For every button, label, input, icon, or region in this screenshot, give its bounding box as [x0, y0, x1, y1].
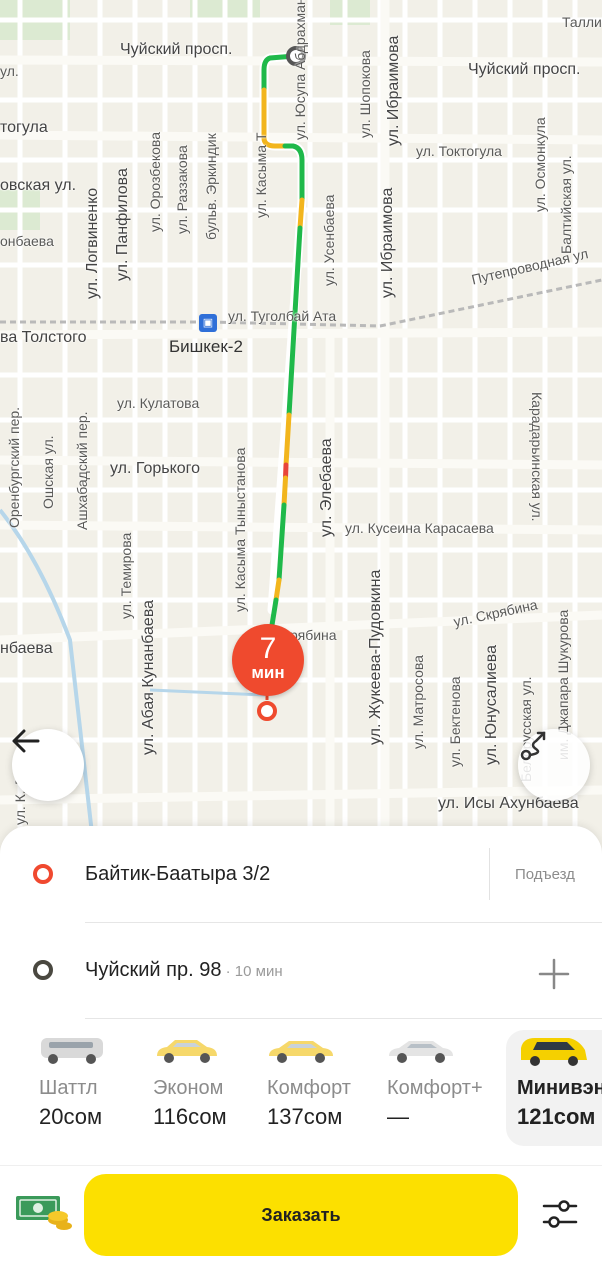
- destination-duration: · 10 мин: [221, 963, 283, 980]
- back-button[interactable]: [12, 729, 84, 801]
- minivan-icon: [521, 1038, 587, 1066]
- street-label: тогула: [0, 119, 48, 136]
- street-label: ул. Раззакова: [174, 145, 190, 234]
- street-label: онбаева: [0, 233, 54, 249]
- tariff-name: Комфорт+: [387, 1077, 483, 1099]
- route-icon: [520, 731, 546, 761]
- tariff-carousel[interactable]: Шаттл 20сом Эконом 116сом Комфорт 137сом: [0, 1030, 602, 1150]
- street-label: ул. Юсупа Абдрахманова: [292, 0, 308, 140]
- street-label: Ошская ул.: [40, 435, 56, 509]
- car-icon: [389, 1041, 453, 1063]
- car-icon: [157, 1040, 217, 1063]
- add-stop-button[interactable]: [538, 958, 570, 990]
- payment-method-button[interactable]: [14, 1190, 72, 1234]
- street-label: ул. Жукеева-Пудовкина: [367, 569, 384, 745]
- street-label: ул. Юнусалиева: [483, 645, 500, 765]
- street-label: Таллин: [562, 14, 602, 30]
- bottom-bar: Заказать: [0, 1165, 602, 1280]
- settings-sliders-icon: [542, 1200, 578, 1228]
- tariff-price: 121сом: [517, 1104, 596, 1129]
- eta-unit: мин: [251, 663, 285, 682]
- street-label: ул. Логвиненко: [84, 187, 101, 299]
- tariff-minivan[interactable]: Минивэн 121сом: [506, 1030, 602, 1146]
- divider: [489, 848, 490, 900]
- street-label: ул. Горького: [110, 460, 201, 477]
- street-label: ул.: [0, 63, 19, 79]
- tariff-price: 20сом: [39, 1104, 103, 1129]
- taxi-order-screen: Чуйский просп. Чуйский просп. ул. тогула…: [0, 0, 602, 1280]
- street-label: ул. Кусеина Карасаева: [345, 520, 494, 536]
- tariff-price: 137сом: [267, 1104, 343, 1129]
- minibus-icon: [41, 1038, 103, 1064]
- street-label: Балтийская ул.: [558, 155, 574, 254]
- show-route-button[interactable]: [518, 729, 590, 801]
- arrow-left-icon: [12, 729, 40, 753]
- street-label: Чуйский просп.: [468, 61, 581, 78]
- street-label: ул. Панфилова: [114, 168, 131, 281]
- street-label: бульв. Эркиндик: [203, 133, 219, 240]
- street-label: ул. Ибраимова: [385, 35, 402, 146]
- destination-row[interactable]: Чуйский пр. 98 · 10 мин: [0, 923, 602, 1019]
- car-icon: [269, 1041, 333, 1063]
- street-label: ул. Усенбаева: [321, 194, 337, 286]
- street-label: Ашхабадский пер.: [74, 411, 90, 530]
- pickup-address: Байтик-Баатыра 3/2: [85, 863, 271, 885]
- street-label: ул. Абая Кунанбаева: [140, 599, 157, 755]
- street-label: Чуйский просп.: [120, 41, 233, 58]
- tariff-name: Комфорт: [267, 1077, 351, 1099]
- tariff-economy[interactable]: Эконом 116сом: [153, 1030, 263, 1146]
- origin-pin: [257, 701, 277, 721]
- tariff-name: Шаттл: [39, 1077, 98, 1099]
- street-label: ул. Ибраимова: [379, 187, 396, 298]
- tariff-name: Минивэн: [517, 1077, 602, 1099]
- street-label: ул. Кулатова: [117, 395, 200, 411]
- destination-dot-icon: [33, 960, 53, 980]
- street-label: овская ул.: [0, 177, 77, 194]
- street-label: ул. Туголбай Ата: [228, 308, 337, 324]
- street-label: ул. Бектенова: [447, 676, 463, 767]
- station-label: Бишкек-2: [169, 337, 243, 356]
- plus-icon: [538, 958, 570, 990]
- street-label: ул. Темирова: [118, 532, 134, 619]
- order-button[interactable]: Заказать: [84, 1174, 518, 1256]
- destination-address: Чуйский пр. 98: [85, 959, 222, 981]
- street-label: ул. Орозбекова: [147, 132, 163, 232]
- map[interactable]: Чуйский просп. Чуйский просп. ул. тогула…: [0, 0, 602, 860]
- street-label: нбаева: [0, 640, 53, 657]
- cash-icon: [16, 1196, 72, 1230]
- tariff-price: —: [387, 1104, 409, 1129]
- trip-settings-button[interactable]: [540, 1196, 580, 1232]
- entrance-button[interactable]: Подъезд: [515, 866, 575, 883]
- pickup-dot-icon: [33, 864, 53, 884]
- street-label: ул. Осмонкула: [532, 117, 548, 212]
- street-label: ул. Касыма Тыныстанова: [232, 447, 248, 612]
- divider: [85, 1018, 602, 1019]
- tariff-comfort[interactable]: Комфорт 137сом: [267, 1030, 382, 1146]
- tariff-name: Эконом: [153, 1077, 224, 1099]
- train-station-icon: ▣: [199, 314, 217, 332]
- street-label: ул. Токтогула: [416, 143, 502, 159]
- tariff-price: 116сом: [153, 1104, 227, 1129]
- street-label: Карадарьинская ул.: [529, 392, 545, 522]
- eta-badge: 7 мин: [232, 624, 304, 696]
- street-label: ул. Элебаева: [318, 438, 335, 537]
- tariff-comfort-plus[interactable]: Комфорт+ —: [387, 1030, 503, 1146]
- street-label: ул. Матросова: [410, 655, 426, 749]
- street-label: ва Толстого: [0, 329, 87, 346]
- street-label: ул. Касыма Т: [253, 132, 269, 219]
- eta-value: 7: [259, 632, 277, 665]
- street-label: ул. Шопокова: [357, 50, 373, 138]
- street-label: Оренбургский пер.: [6, 406, 22, 528]
- destination-address-wrap: Чуйский пр. 98 · 10 мин: [85, 959, 283, 982]
- tariff-shuttle[interactable]: Шаттл 20сом: [39, 1030, 149, 1146]
- pickup-row[interactable]: Байтик-Баатыра 3/2 Подъезд: [0, 826, 602, 922]
